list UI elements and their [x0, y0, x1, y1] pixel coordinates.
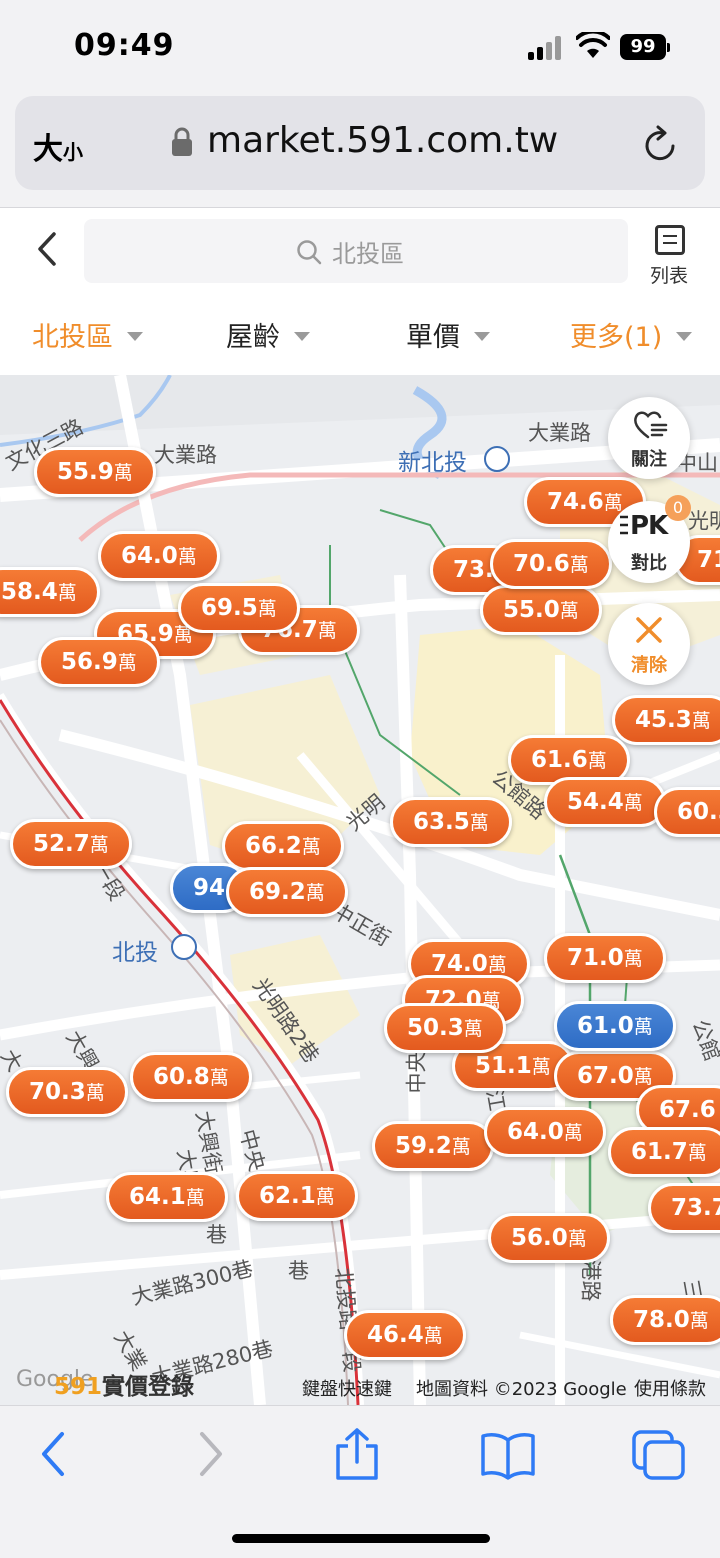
price-pin[interactable]: 66.2萬: [222, 821, 344, 871]
bookmarks-icon[interactable]: [480, 1428, 536, 1480]
price-pin[interactable]: 55.0萬: [480, 585, 602, 635]
follow-button[interactable]: 關注: [608, 397, 690, 479]
cellular-signal-icon: [528, 36, 564, 60]
price-pin[interactable]: 45.3萬: [612, 695, 720, 745]
back-icon[interactable]: [34, 231, 60, 267]
price-pin[interactable]: 52.7萬: [10, 819, 132, 869]
price-registry-logo: 591實價登錄: [54, 1374, 195, 1400]
price-pin[interactable]: 60.5: [654, 787, 720, 837]
price-pin[interactable]: 61.0萬: [554, 1001, 676, 1051]
price-pin[interactable]: 61.7萬: [608, 1127, 720, 1177]
clear-label: 清除: [631, 655, 667, 676]
browser-toolbar: [0, 1405, 720, 1558]
lock-icon: [172, 127, 192, 156]
price-pin[interactable]: 73.7: [648, 1183, 720, 1233]
keyboard-shortcuts-link[interactable]: 鍵盤快速鍵: [302, 1375, 392, 1401]
caret-down-icon: [294, 332, 310, 341]
price-pin[interactable]: 59.2萬: [372, 1121, 494, 1171]
price-pin[interactable]: 64.1萬: [106, 1172, 228, 1222]
heart-list-icon: [634, 411, 668, 439]
compare-icon-text: PK: [630, 511, 668, 541]
url-text[interactable]: market.591.com.tw: [207, 120, 558, 161]
filter-building-age[interactable]: 屋齡: [226, 315, 310, 354]
browser-back-icon[interactable]: [30, 1428, 80, 1480]
filter-district[interactable]: 北投區: [32, 315, 143, 354]
map-data-attribution: 地圖資料 ©2023 Google: [416, 1379, 627, 1400]
reload-icon[interactable]: [643, 124, 679, 164]
caret-down-icon: [474, 332, 490, 341]
caret-down-icon: [127, 332, 143, 341]
price-pin[interactable]: 55.9萬: [34, 447, 156, 497]
search-icon: [297, 240, 322, 265]
station-label: 北投: [112, 940, 158, 966]
price-pin[interactable]: 54.4萬: [544, 777, 666, 827]
home-indicator: [232, 1534, 490, 1543]
list-icon: [655, 225, 685, 255]
list-view-label: 列表: [650, 265, 689, 287]
street-label: 巷: [206, 1223, 227, 1247]
share-icon[interactable]: [332, 1428, 382, 1480]
map-view[interactable]: 大業路 大業路 新北投 文化三路 光明 公館路 北投 中正街 光明路2巷 大興 …: [0, 375, 720, 1405]
street-label: 大業路: [154, 443, 217, 467]
status-bar: 09:49 99: [0, 0, 720, 92]
compare-count-badge: 0: [665, 495, 691, 521]
price-pin[interactable]: 50.3萬: [384, 1003, 506, 1053]
price-pin[interactable]: 70.3萬: [6, 1067, 128, 1117]
filter-more[interactable]: 更多(1): [570, 315, 693, 354]
list-view-button[interactable]: 列表: [648, 221, 694, 287]
search-input[interactable]: 北投區: [84, 219, 628, 283]
price-pin[interactable]: 64.0萬: [98, 531, 220, 581]
compare-label: 對比: [631, 553, 667, 574]
price-pin[interactable]: 69.5萬: [178, 583, 300, 633]
wifi-icon: [576, 32, 610, 58]
terms-link[interactable]: 使用條款: [634, 1375, 706, 1401]
price-pin[interactable]: 69.2萬: [226, 867, 348, 917]
caret-down-icon: [676, 332, 693, 341]
compare-button[interactable]: 0 PK 對比: [608, 495, 691, 583]
street-label: 光明: [688, 509, 720, 533]
price-pin[interactable]: 78.0萬: [610, 1295, 720, 1345]
street-label: 巷: [288, 1259, 309, 1283]
app-header: 北投區 列表 北投區 屋齡 單價 更多(1): [0, 209, 720, 375]
price-pin[interactable]: 56.9萬: [38, 637, 160, 687]
search-placeholder: 北投區: [332, 240, 404, 268]
status-time: 09:49: [74, 28, 175, 63]
tabs-icon[interactable]: [632, 1428, 686, 1480]
battery-icon: 99: [620, 34, 670, 60]
station-label: 新北投: [398, 450, 467, 476]
price-pin[interactable]: 62.1萬: [236, 1171, 358, 1221]
price-pin[interactable]: 71.0萬: [544, 933, 666, 983]
price-pin[interactable]: 58.4萬: [0, 567, 100, 617]
clear-button[interactable]: 清除: [608, 603, 690, 685]
price-pin[interactable]: 60.8萬: [130, 1052, 252, 1102]
text-size-button[interactable]: 大小: [33, 124, 83, 168]
price-pin[interactable]: 64.0萬: [484, 1107, 606, 1157]
price-pin[interactable]: 70.6萬: [490, 539, 612, 589]
price-pin[interactable]: 46.4萬: [344, 1310, 466, 1360]
filter-unit-price[interactable]: 單價: [406, 315, 490, 354]
compare-icon: [620, 515, 628, 535]
follow-label: 關注: [631, 449, 667, 470]
street-label: 大業路: [528, 421, 591, 445]
browser-forward-icon[interactable]: [184, 1428, 234, 1480]
price-pin[interactable]: 63.5萬: [390, 797, 512, 847]
price-pin[interactable]: 56.0萬: [488, 1213, 610, 1263]
browser-address-area: 大小 market.591.com.tw: [0, 92, 720, 208]
address-bar[interactable]: 大小 market.591.com.tw: [15, 96, 705, 190]
close-icon: [636, 617, 662, 643]
battery-level: 99: [620, 34, 666, 60]
filter-bar: 北投區 屋齡 單價 更多(1): [0, 307, 720, 375]
